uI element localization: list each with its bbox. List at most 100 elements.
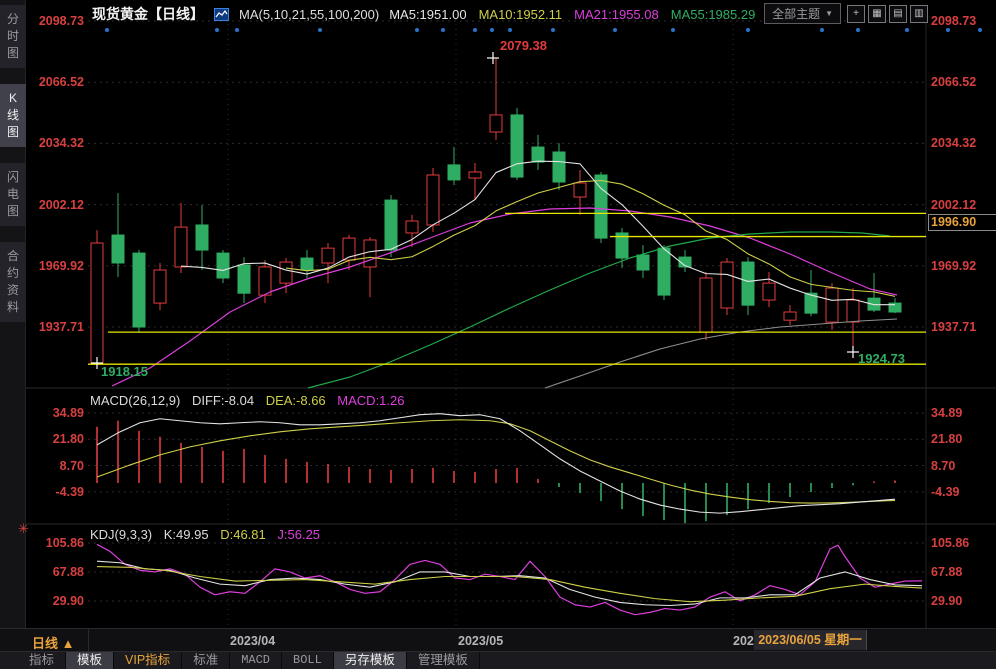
- y-axis-label: 34.89: [0, 406, 84, 420]
- candle-body: [427, 175, 439, 225]
- event-dots: [105, 28, 982, 32]
- candle-body: [784, 312, 796, 320]
- period-selector[interactable]: 日线 ▲: [32, 633, 74, 652]
- chevron-down-icon: ▼: [825, 9, 833, 18]
- candle-body: [469, 172, 481, 178]
- candle-body: [658, 248, 670, 295]
- toolbar-icons: +▦▤▥: [847, 5, 928, 23]
- candle-body: [700, 278, 712, 332]
- y-axis-label: 1937.71: [0, 320, 84, 334]
- kline-chart-icon[interactable]: [214, 8, 229, 21]
- chart-canvas[interactable]: [0, 0, 996, 669]
- tab-VIP指标[interactable]: VIP指标: [114, 652, 182, 669]
- tab-指标[interactable]: 指标: [18, 652, 66, 669]
- theme-dropdown[interactable]: 全部主题 ▼: [764, 3, 841, 24]
- candle-body: [406, 221, 418, 233]
- y-axis-label: 2066.52: [931, 75, 976, 89]
- theme-dropdown-label: 全部主题: [772, 5, 820, 22]
- month-label: 2023/04: [230, 634, 275, 648]
- candle-body: [847, 300, 859, 322]
- macd-title: MACD(26,12,9): [90, 393, 180, 408]
- chart-toolbar: 全部主题 ▼ +▦▤▥: [764, 3, 928, 24]
- tab-管理模板[interactable]: 管理模板: [407, 652, 480, 669]
- candle-body: [322, 248, 334, 263]
- indicator-settings-icon[interactable]: ✳: [18, 521, 29, 537]
- candle-body: [721, 262, 733, 308]
- candle-body: [175, 227, 187, 267]
- ma-legend-values: MA5:1951.00MA10:1952.11MA21:1955.08MA55:…: [389, 7, 808, 22]
- candle-body: [112, 235, 124, 263]
- y-axis-label: 67.88: [0, 565, 84, 579]
- y-axis-label: 21.80: [0, 432, 84, 446]
- y-axis-label: 34.89: [931, 406, 962, 420]
- ma-parameters-label: MA(5,10,21,55,100,200): [239, 7, 379, 22]
- extreme-markers: [91, 52, 859, 369]
- candle-body: [259, 267, 271, 295]
- candle-body: [742, 262, 754, 305]
- extreme-price-label: 1918.15: [101, 364, 148, 379]
- candle-body: [385, 200, 397, 250]
- y-axis-label: 1969.92: [931, 259, 976, 273]
- candle-body: [301, 258, 313, 270]
- y-axis-label: 1969.92: [0, 259, 84, 273]
- y-axis-label: 2002.12: [0, 198, 84, 212]
- tab-标准[interactable]: 标准: [182, 652, 230, 669]
- macd-diff-value: DIFF:-8.04: [192, 393, 254, 408]
- tab-MACD[interactable]: MACD: [230, 652, 282, 669]
- divider: [88, 629, 89, 652]
- tab-BOLL[interactable]: BOLL: [282, 652, 334, 669]
- axis-left-icon[interactable]: ▤: [889, 5, 907, 23]
- chart-legend-bar: 现货黄金【日线】 MA(5,10,21,55,100,200) MA5:1951…: [92, 4, 809, 24]
- candle-body: [574, 183, 586, 197]
- crosshair-date-box: 2023/06/05 星期一: [754, 630, 867, 650]
- y-axis-label: 29.90: [931, 594, 962, 608]
- y-axis-label: 2098.73: [0, 14, 84, 28]
- y-axis-label: 105.86: [931, 536, 969, 550]
- y-axis-label: 105.86: [0, 536, 84, 550]
- app-window: { "topbar": { "title": "现货黄金【日线】", "ma_p…: [0, 0, 996, 669]
- sidebar-item[interactable]: 合约资料: [0, 242, 26, 322]
- month-label: 2023/05: [458, 634, 503, 648]
- candle-body: [553, 152, 565, 182]
- candle-body: [763, 283, 775, 300]
- y-axis-label: 8.70: [931, 459, 955, 473]
- y-axis-label: -4.39: [0, 485, 84, 499]
- indicator-tab-bar: 指标模板VIP指标标准MACDBOLL另存模板管理模板: [0, 652, 996, 669]
- candle-body: [826, 288, 838, 322]
- candle-body: [637, 255, 649, 270]
- candle-body: [532, 147, 544, 162]
- y-axis-label: 2066.52: [0, 75, 84, 89]
- y-axis-label: 21.80: [931, 432, 962, 446]
- ma-legend-ma5: MA5:1951.00: [389, 7, 466, 22]
- y-axis-label: 2034.32: [0, 136, 84, 150]
- symbol-title: 现货黄金【日线】: [92, 4, 204, 24]
- y-axis-label: 2098.73: [931, 14, 976, 28]
- axis-right-icon[interactable]: ▥: [910, 5, 928, 23]
- tab-模板[interactable]: 模板: [66, 652, 114, 669]
- macd-panel: [97, 414, 895, 523]
- candle-body: [238, 265, 250, 293]
- candle-body: [280, 262, 292, 283]
- macd-bar-value: MACD:1.26: [337, 393, 404, 408]
- candle-body: [133, 253, 145, 327]
- ma-lines-layer: [112, 161, 897, 388]
- trend-lines-layer[interactable]: [88, 213, 926, 364]
- y-axis-label: 29.90: [0, 594, 84, 608]
- sidebar-item[interactable]: 闪电图: [0, 163, 26, 226]
- grid-chart-icon[interactable]: ▦: [868, 5, 886, 23]
- kdj-header: KDJ(9,3,3) K:49.95 D:46.81 J:56.25: [90, 527, 328, 542]
- ma-legend-ma55: MA55:1985.29: [671, 7, 756, 22]
- kdj-panel: [97, 544, 922, 614]
- kdj-k-value: K:49.95: [164, 527, 209, 542]
- ma-legend-ma21: MA21:1955.08: [574, 7, 659, 22]
- candle-body: [91, 243, 103, 363]
- candle-body: [217, 253, 229, 278]
- kdj-d-value: D:46.81: [220, 527, 266, 542]
- pan-icon[interactable]: +: [847, 5, 865, 23]
- y-axis-label: 2034.32: [931, 136, 976, 150]
- y-axis-label: -4.39: [931, 485, 960, 499]
- macd-dea-value: DEA:-8.66: [266, 393, 326, 408]
- y-axis-label: 8.70: [0, 459, 84, 473]
- kdj-title: KDJ(9,3,3): [90, 527, 152, 542]
- tab-另存模板[interactable]: 另存模板: [334, 652, 407, 669]
